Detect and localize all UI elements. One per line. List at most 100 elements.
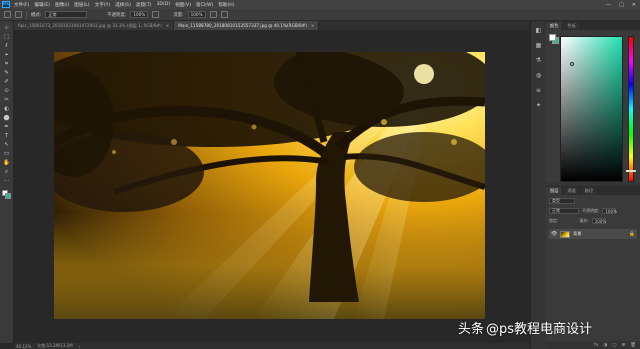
blend-row: 正常 不透明度: 100% (549, 207, 637, 215)
color-swatches[interactable] (1, 190, 12, 200)
brush-panel-icon[interactable]: ✦ (535, 102, 543, 110)
menu-edit[interactable]: 编辑(E) (34, 2, 50, 8)
lock-row: 锁定: 填充: 100% (549, 217, 637, 225)
flow-field[interactable]: 100% (187, 11, 206, 18)
tab-label: Main_11588780_20180810153557337.jpg @ 40… (178, 23, 307, 28)
tab-label: flpic_15881673_20181023043472003.jpg @ 3… (18, 22, 162, 28)
tools-panel: ⊹ ⬚ ℓ ⌖ ⌗ ✎ ✐ ⊙ ✂ ◐ ⬤ ✒ T ↖ ▭ ✋ ⌕ ⋯ (0, 21, 14, 343)
fill-field[interactable]: 100% (591, 218, 606, 224)
mode-label: 模式: (31, 12, 42, 18)
properties-panel-icon[interactable]: ▦ (535, 42, 543, 50)
layer-filter-row: 类型 (549, 197, 637, 205)
pen-tool-icon[interactable]: ✒ (3, 124, 11, 131)
menu-file[interactable]: 文件(F) (14, 2, 29, 8)
window-controls: — □ ✕ (606, 0, 636, 9)
crop-tool-icon[interactable]: ⌗ (3, 61, 11, 68)
menu-3d[interactable]: 3D(D) (156, 2, 170, 7)
shape-tool-icon[interactable]: ▭ (3, 151, 11, 158)
menu-bar: Ps 文件(F) 编辑(E) 图像(I) 图层(L) 文字(Y) 选择(S) 滤… (0, 0, 640, 9)
menu-image[interactable]: 图像(I) (55, 2, 69, 8)
type-tool-icon[interactable]: T (3, 133, 11, 140)
layer-opacity-field[interactable]: 100% (602, 208, 617, 214)
document-image[interactable] (54, 52, 485, 319)
pressure-opacity-icon[interactable] (152, 11, 160, 18)
more-tools-icon[interactable]: ⋯ (3, 178, 11, 185)
layer-kind-filter[interactable]: 类型 (549, 198, 575, 204)
path-select-tool-icon[interactable]: ↖ (3, 142, 11, 149)
stamp-tool-icon[interactable]: ⊙ (3, 88, 11, 95)
adjustments-panel-icon[interactable]: ⚗ (535, 57, 543, 65)
adjustment-layer-icon[interactable]: ◑ (603, 343, 607, 348)
tab-layers[interactable]: 图层 (546, 187, 564, 195)
layer-opacity-label: 不透明度: (582, 208, 600, 213)
gradient-tool-icon[interactable]: ⬤ (3, 115, 11, 122)
color-field[interactable] (560, 36, 623, 182)
hand-tool-icon[interactable]: ✋ (3, 160, 11, 167)
foreground-color-chip[interactable] (549, 34, 556, 41)
minimize-button[interactable]: — (606, 2, 611, 8)
brush-settings-icon[interactable] (15, 11, 22, 18)
mode-select[interactable]: 正常 (45, 11, 88, 18)
layer-style-icon[interactable]: fx (594, 343, 598, 348)
tab-color[interactable]: 颜色 (546, 22, 564, 30)
new-layer-icon[interactable]: ⊞ (622, 343, 626, 348)
blend-mode-select[interactable]: 正常 (549, 208, 579, 214)
hue-slider-handle[interactable] (626, 170, 636, 172)
panel-icon-strip: ◧ ▦ ⚗ ◍ ≡ ✦ (530, 21, 546, 349)
color-picker-cursor[interactable] (570, 62, 574, 66)
history-brush-tool-icon[interactable]: ✂ (3, 97, 11, 104)
color-panel (546, 30, 640, 182)
zoom-level[interactable]: 40.12% (16, 344, 31, 349)
marquee-tool-icon[interactable]: ⬚ (3, 34, 11, 41)
watermark-platform: 头条 (458, 322, 485, 337)
layer-thumbnail (560, 230, 570, 238)
lock-label: 锁定: (549, 218, 559, 223)
tab-channels[interactable]: 通道 (563, 187, 581, 195)
menu-help[interactable]: 帮助(H) (218, 2, 234, 8)
menu-filter[interactable]: 滤镜(T) (136, 2, 152, 8)
history-panel-icon[interactable]: ◧ (535, 27, 543, 35)
lasso-tool-icon[interactable]: ℓ (3, 43, 11, 50)
tab-paths[interactable]: 路径 (580, 187, 599, 195)
layers-footer: fx ◑ ▢ ⊞ 🗑 (546, 341, 640, 349)
status-arrow-icon[interactable]: › (79, 344, 81, 349)
menu-select[interactable]: 选择(S) (115, 2, 131, 8)
airbrush-icon[interactable] (209, 11, 217, 18)
tab-swatches[interactable]: 色板 (563, 22, 581, 30)
quick-select-tool-icon[interactable]: ⌖ (3, 52, 11, 59)
eraser-tool-icon[interactable]: ◐ (3, 106, 11, 113)
tab-document-1[interactable]: flpic_15881673_20181023043472003.jpg @ 3… (14, 21, 175, 30)
visibility-eye-icon[interactable]: 👁 (551, 231, 557, 237)
fill-label: 填充: (579, 218, 589, 223)
flow-label: 流量: (173, 12, 184, 18)
maximize-button[interactable]: □ (619, 2, 624, 8)
background-color-swatch[interactable] (4, 193, 11, 199)
layer-row-background[interactable]: 👁 背景 🔒 (549, 229, 637, 239)
opacity-field[interactable]: 100% (130, 11, 149, 18)
paragraph-panel-icon[interactable]: ≡ (535, 87, 543, 95)
right-panels: 颜色 色板 图层 通道 路径 类型 正常 不透明度: 100% 锁定: 填充: … (546, 21, 640, 349)
options-bar: 模式: 正常 不透明度: 100% 流量: 100% (0, 9, 640, 21)
menu-layer[interactable]: 图层(L) (74, 2, 89, 8)
menu-window[interactable]: 窗口(W) (196, 2, 213, 8)
brush-tool-icon[interactable]: ✐ (3, 79, 11, 86)
tab-close-icon[interactable]: × (311, 23, 315, 28)
trash-icon[interactable]: 🗑 (630, 343, 636, 348)
canvas-area[interactable] (14, 30, 530, 343)
brush-preset-icon[interactable] (4, 11, 11, 18)
menu-view[interactable]: 视图(V) (175, 2, 191, 8)
move-tool-icon[interactable]: ⊹ (3, 25, 11, 32)
eyedropper-tool-icon[interactable]: ✎ (3, 70, 11, 77)
separator (26, 10, 27, 19)
styles-panel-icon[interactable]: ◍ (535, 72, 543, 80)
hue-slider[interactable] (628, 36, 634, 182)
group-icon[interactable]: ▢ (612, 343, 616, 348)
close-button[interactable]: ✕ (632, 2, 636, 8)
tab-document-2[interactable]: Main_11588780_20180810153557337.jpg @ 40… (174, 21, 320, 30)
menu-type[interactable]: 文字(Y) (95, 2, 111, 8)
tab-close-icon[interactable]: × (166, 23, 170, 28)
zoom-tool-icon[interactable]: ⌕ (3, 169, 11, 176)
watermark: 头条 @ps教程电商设计 (458, 318, 592, 337)
pressure-size-icon[interactable] (220, 11, 228, 18)
lock-icon[interactable]: 🔒 (629, 232, 635, 237)
